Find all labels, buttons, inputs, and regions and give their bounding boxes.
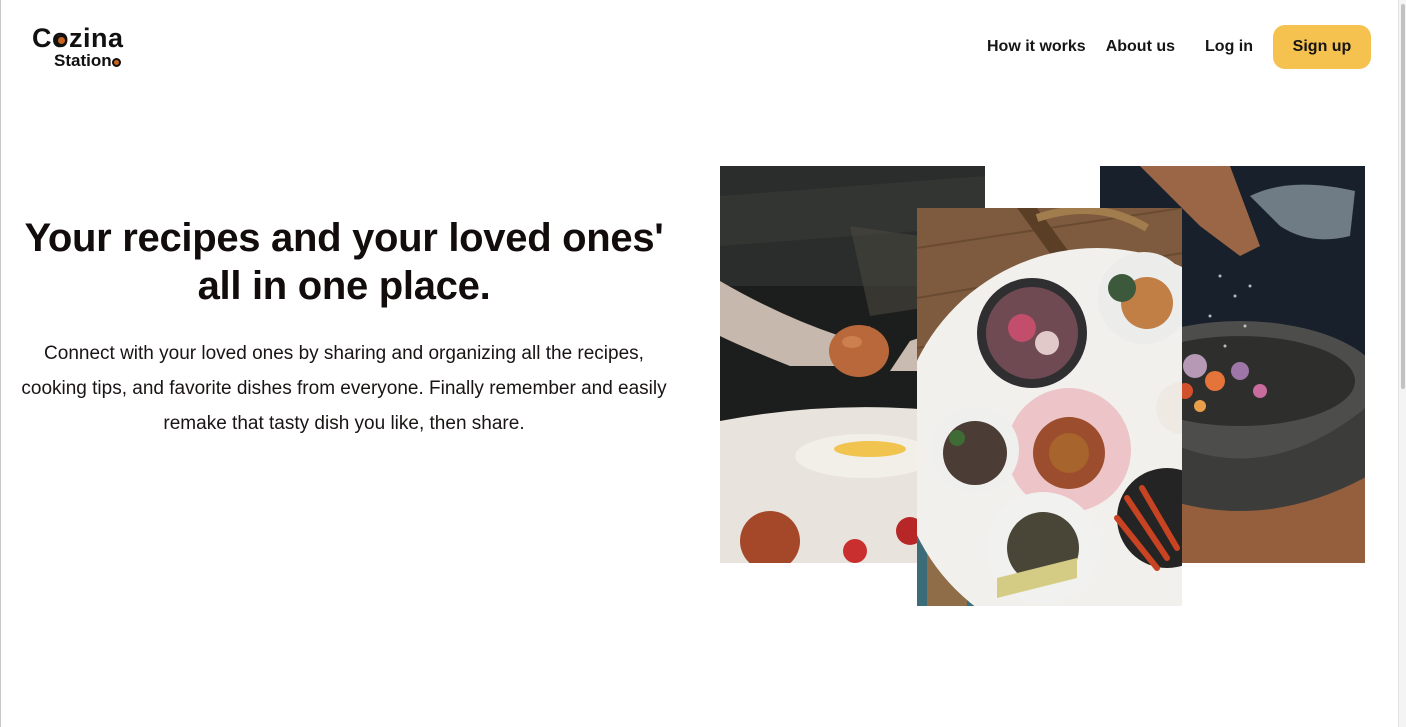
logo-line1: Cozina [32,23,124,53]
logo-line2: Station [54,51,112,70]
signup-button[interactable]: Sign up [1273,25,1371,69]
logo-dot-icon [56,35,67,46]
logo[interactable]: Cozina Station [32,22,132,74]
nav-how-it-works[interactable]: How it works [987,38,1086,56]
page-edge [0,0,1,727]
hero-title: Your recipes and your loved ones' all in… [24,216,664,308]
logo-dot-icon [112,58,121,67]
scrollbar[interactable] [1398,0,1406,727]
scroll-thumb[interactable] [1401,4,1405,389]
nav-about-us[interactable]: About us [1106,38,1175,56]
hero-description: Connect with your loved ones by sharing … [21,343,667,434]
table-dishes-photo [917,208,1182,606]
main-nav: How it works About us Log in Sign up [987,25,1371,69]
login-link[interactable]: Log in [1205,38,1253,56]
